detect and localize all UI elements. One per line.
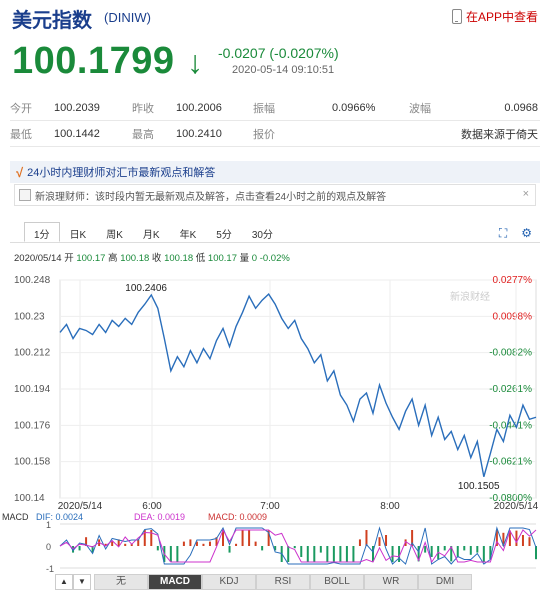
tab-1min[interactable]: 1分: [24, 222, 60, 242]
price-annotation: 100.2406: [125, 283, 167, 294]
current-price: 100.1799: [12, 40, 175, 82]
macd-dif: DIF: 0.0024: [36, 512, 83, 522]
notice-headline: 24小时内理财师对汇市最新观点和解答: [27, 167, 216, 179]
tab-divider: [10, 242, 540, 243]
phone-icon: [451, 9, 462, 24]
symbol-code: (DINIW): [104, 10, 151, 25]
advisor-message[interactable]: 新浪理财师：该时段内暂无最新观点及解答，点击查看24小时之前的观点及解答 ×: [14, 184, 536, 206]
data-source: 数据来源于倚天: [461, 128, 538, 141]
advisor-message-text: 新浪理财师：该时段内暂无最新观点及解答，点击查看24小时之前的观点及解答: [35, 191, 387, 203]
pct-tick-label: 0.0277%: [493, 275, 533, 286]
tab-5min[interactable]: 5分: [206, 222, 242, 242]
x-tick-label: 7:00: [260, 501, 280, 512]
stat-value: 100.2039: [54, 101, 100, 114]
price-line: [59, 293, 537, 477]
stats-row-1: 今开 100.2039 昨收 100.2006 振幅 0.0966% 波幅 0.…: [10, 95, 540, 121]
pct-tick-label: -0.0441%: [489, 420, 532, 431]
tab-30min[interactable]: 30分: [242, 222, 283, 242]
period-tabs: 1分 日K 周K 月K 年K 5分 30分: [24, 222, 283, 242]
macd-axis-label: 1: [46, 520, 51, 530]
settings-icon[interactable]: ⚙: [521, 226, 532, 241]
stat-label: 最低: [10, 128, 32, 141]
page-title: 美元指数: [12, 10, 92, 32]
advisor-notice-bar[interactable]: √ 24小时内理财师对汇市最新观点和解答: [10, 161, 540, 183]
indicator-dmi[interactable]: DMI: [418, 574, 472, 590]
indicator-boll[interactable]: BOLL: [310, 574, 364, 590]
indicator-rsi[interactable]: RSI: [256, 574, 310, 590]
stat-value: 100.1442: [54, 127, 100, 140]
y-tick-label: 100.23: [14, 311, 45, 322]
pct-tick-label: -0.0082%: [489, 348, 532, 359]
macd-value: MACD: 0.0009: [208, 512, 267, 522]
watermark: 新浪财经: [450, 290, 490, 303]
y-tick-label: 100.212: [14, 348, 51, 359]
stat-value: 0.0968: [504, 101, 538, 114]
tab-month-k[interactable]: 月K: [133, 222, 170, 242]
indicator-macd[interactable]: MACD: [148, 574, 202, 590]
x-tick-label: 8:00: [380, 501, 400, 512]
tab-day-k[interactable]: 日K: [60, 222, 97, 242]
stat-value: 100.2006: [176, 101, 222, 114]
pct-tick-label: -0.0621%: [489, 457, 532, 468]
stat-label: 昨收: [132, 102, 154, 115]
open-in-app-link[interactable]: 在APP中查看: [451, 8, 538, 25]
y-tick-label: 100.194: [14, 384, 51, 395]
price-annotation: 100.1505: [458, 481, 500, 492]
checkmark-icon: √: [16, 164, 24, 180]
stat-label: 今开: [10, 102, 32, 115]
x-tick-label: 6:00: [142, 501, 162, 512]
macd-dea: DEA: 0.0019: [134, 512, 185, 522]
indicator-tabs: 无 MACD KDJ RSI BOLL WR DMI: [94, 574, 472, 590]
down-arrow-icon: ↓: [187, 44, 203, 80]
price-change: -0.0207 (-0.0207%): [218, 45, 339, 61]
stats-table: 今开 100.2039 昨收 100.2006 振幅 0.0966% 波幅 0.…: [10, 95, 540, 147]
price-chart[interactable]: 新浪财经 100.248 0.0277% 100.23 0.0098% 100.212 -…: [0, 262, 550, 572]
stats-row-2: 最低 100.1442 最高 100.2410 报价 数据来源于倚天: [10, 121, 540, 147]
stat-value: 0.0966%: [332, 101, 376, 114]
macd-name: MACD: [2, 512, 29, 522]
pct-tick-label: -0.0261%: [489, 384, 532, 395]
x-tick-label: 2020/5/14: [58, 501, 103, 512]
tab-year-k[interactable]: 年K: [170, 222, 207, 242]
y-tick-label: 100.14: [14, 493, 45, 504]
close-icon[interactable]: ×: [523, 188, 529, 200]
stat-value: 100.2410: [176, 127, 222, 140]
scroll-right-button[interactable]: ▼: [73, 574, 91, 590]
x-tick-label: 2020/5/14: [494, 501, 539, 512]
pct-tick-label: 0.0098%: [493, 311, 533, 322]
stat-label: 波幅: [409, 102, 431, 115]
macd-axis-label: 0: [46, 542, 51, 552]
scroll-left-button[interactable]: ▲: [55, 574, 73, 590]
indicator-none[interactable]: 无: [94, 574, 148, 590]
user-icon: [19, 189, 31, 201]
y-tick-label: 100.248: [14, 275, 51, 286]
stat-label: 振幅: [253, 102, 275, 115]
open-in-app-label: 在APP中查看: [465, 10, 538, 24]
indicator-wr[interactable]: WR: [364, 574, 418, 590]
macd-axis-label: -1: [46, 564, 54, 572]
stat-label: 报价: [253, 128, 275, 141]
y-tick-label: 100.158: [14, 457, 51, 468]
y-tick-label: 100.176: [14, 420, 51, 431]
chart-controls: ⛶ ⚙: [499, 226, 532, 241]
tab-week-k[interactable]: 周K: [96, 222, 133, 242]
indicator-kdj[interactable]: KDJ: [202, 574, 256, 590]
stat-label: 最高: [132, 128, 154, 141]
quote-time: 2020-05-14 09:10:51: [232, 64, 335, 76]
fullscreen-icon[interactable]: ⛶: [499, 226, 507, 241]
